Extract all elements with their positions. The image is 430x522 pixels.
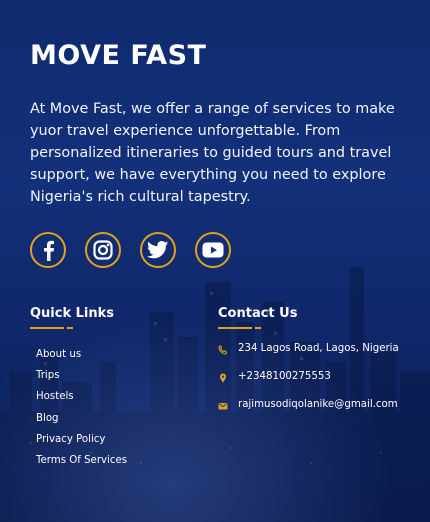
twitter-icon (147, 241, 169, 259)
contact-address: 234 Lagos Road, Lagos, Nigeria (218, 343, 399, 371)
instagram-button[interactable] (85, 232, 121, 268)
link-trips[interactable]: Trips (36, 369, 127, 390)
contact-heading: Contact Us (218, 306, 298, 321)
about-line: support, we have everything you need to … (30, 167, 386, 183)
link-about-us[interactable]: About us (36, 348, 127, 369)
youtube-icon (202, 242, 224, 258)
twitter-button[interactable] (140, 232, 176, 268)
quick-links-underline (30, 327, 73, 329)
quick-links-list: About us Trips Hostels Blog Privacy Poli… (36, 348, 127, 475)
about-line: Nigeria's rich cultural tapestry. (30, 189, 251, 205)
brand-title: MOVE FAST (30, 40, 207, 71)
link-terms-of-services[interactable]: Terms Of Services (36, 454, 127, 475)
about-line: personalized itineraries to guided tours… (30, 145, 392, 161)
contact-email: rajimusodiqolanike@gmail.com (218, 399, 399, 427)
link-blog[interactable]: Blog (36, 412, 127, 433)
quick-links-heading: Quick Links (30, 306, 115, 321)
contact-email-text[interactable]: rajimusodiqolanike@gmail.com (238, 399, 398, 410)
about-line: At Move Fast, we offer a range of servic… (30, 101, 395, 117)
mail-icon (218, 403, 228, 410)
about-description: At Move Fast, we offer a range of servic… (30, 98, 400, 208)
link-privacy-policy[interactable]: Privacy Policy (36, 433, 127, 454)
contact-phone: +2348100275553 (218, 371, 399, 399)
location-icon (220, 373, 226, 383)
phone-icon (218, 345, 228, 355)
contact-underline (218, 327, 261, 329)
contact-address-text: 234 Lagos Road, Lagos, Nigeria (238, 343, 399, 354)
site-footer: MOVE FAST At Move Fast, we offer a range… (0, 0, 430, 522)
about-line: yuor travel experience unforgettable. Fr… (30, 123, 341, 139)
facebook-icon (44, 240, 54, 261)
link-hostels[interactable]: Hostels (36, 390, 127, 411)
contact-phone-text[interactable]: +2348100275553 (238, 371, 331, 382)
social-links (30, 232, 231, 268)
instagram-icon (93, 240, 113, 260)
facebook-button[interactable] (30, 232, 66, 268)
contact-list: 234 Lagos Road, Lagos, Nigeria +23481002… (218, 343, 399, 427)
youtube-button[interactable] (195, 232, 231, 268)
